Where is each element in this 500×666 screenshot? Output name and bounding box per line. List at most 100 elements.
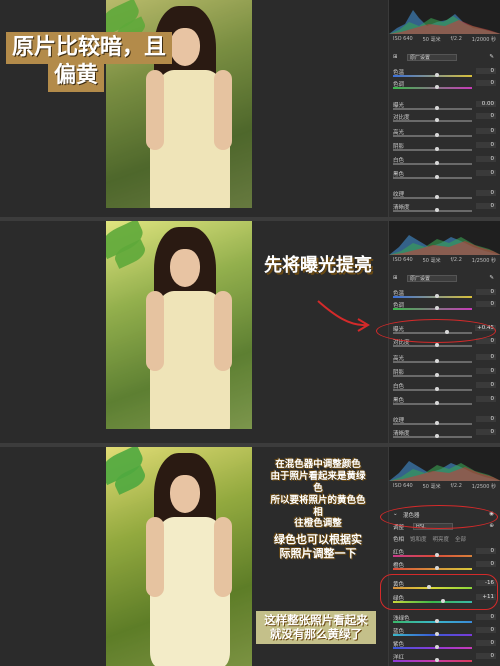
caption-mid-line: 际照片调整一下 — [279, 546, 357, 560]
slider-highlights[interactable]: 高光 0 — [393, 128, 496, 139]
slider-aqua[interactable]: 浅绿色 0 — [393, 614, 496, 625]
eyedropper-icon[interactable]: ✎ — [489, 275, 494, 281]
slider-value[interactable]: 0 — [476, 301, 496, 307]
target-icon[interactable]: ⊕ — [489, 523, 494, 529]
slider-value[interactable]: 0 — [476, 653, 496, 659]
caption-top-line: 由于照片看起来是黄绿色 — [270, 470, 366, 494]
tab-hue[interactable]: 色相 — [393, 535, 404, 544]
panel-original: 原片比较暗，且 偏黄 ISO 640 50 毫米 f/2.2 1/2000 秒 … — [0, 0, 500, 217]
caption-mid: 绿色也可以根据实 际照片调整一下 — [262, 531, 374, 563]
develop-panel: ISO 640 50 毫米 f/2.2 1/2000 秒 ⊞ 原厂设置 ✎ 色温… — [388, 0, 500, 217]
caption-bottom-line: 这样整张照片看起来 — [264, 613, 368, 627]
caption-line-1: 原片比较暗，且 — [6, 32, 173, 64]
slider-value[interactable]: 0 — [476, 128, 496, 134]
caption-line-2: 偏黄 — [48, 60, 105, 92]
slider-shadows[interactable]: 阴影 0 — [393, 368, 496, 379]
highlight-circle-exposure — [376, 319, 496, 343]
slider-orange[interactable]: 橙色 0 — [393, 561, 496, 572]
panel-color-mixer: 在混色器中调整颜色 由于照片看起来是黄绿色 所以要将照片的黄色色相 往橙色调整 … — [0, 447, 500, 666]
slider-clarity[interactable]: 清晰度 0 — [393, 203, 496, 214]
exif-aperture: f/2.2 — [450, 36, 462, 42]
exif-bar: ISO 640 50 毫米 f/2.2 1/2000 秒 — [393, 36, 496, 43]
histogram — [389, 0, 500, 34]
profile-dropdown[interactable]: 原厂设置 — [407, 275, 457, 282]
slider-value[interactable]: 0 — [476, 80, 496, 86]
caption-top-line: 在混色器中调整颜色 — [275, 459, 361, 470]
caption-bottom-line: 就没有那么黄绿了 — [270, 627, 362, 642]
tabs: 色相 饱和度 明亮度 全部 — [393, 535, 496, 544]
slider-clarity[interactable]: 清晰度 0 — [393, 429, 496, 440]
slider-shadows[interactable]: 阴影 0 — [393, 142, 496, 153]
tab-all[interactable]: 全部 — [455, 535, 466, 544]
caption-bottom: 这样整张照片看起来 就没有那么黄绿了 — [256, 611, 376, 644]
exif-bar: ISO 640 50 毫米 f/2.2 1/2500 秒 — [393, 257, 496, 264]
slider-temp[interactable]: 色温 0 — [393, 68, 496, 79]
slider-highlights[interactable]: 高光 0 — [393, 354, 496, 365]
slider-purple[interactable]: 紫色 0 — [393, 640, 496, 651]
slider-value[interactable]: 0 — [476, 382, 496, 388]
slider-value[interactable]: 0 — [476, 170, 496, 176]
slider-temp[interactable]: 色温 0 — [393, 289, 496, 300]
slider-value[interactable]: 0 — [476, 190, 496, 196]
exif-bar: ISO 640 50 毫米 f/2.2 1/2500 秒 — [393, 483, 496, 490]
slider-blacks[interactable]: 黑色 0 — [393, 396, 496, 407]
exif-iso: ISO 640 — [393, 483, 413, 489]
eyedropper-icon[interactable]: ✎ — [489, 54, 494, 60]
slider-texture[interactable]: 纹理 0 — [393, 190, 496, 201]
slider-value[interactable]: 0 — [476, 354, 496, 360]
highlight-circle-yellow-green — [380, 574, 498, 610]
profile-dropdown[interactable]: 原厂设置 — [407, 54, 457, 61]
profile-row[interactable]: ⊞ 原厂设置 ✎ — [393, 54, 496, 63]
caption-top: 在混色器中调整颜色 由于照片看起来是黄绿色 所以要将照片的黄色色相 往橙色调整 — [262, 457, 374, 532]
slider-value[interactable]: 0 — [476, 396, 496, 402]
panel-exposure: 先将曝光提亮 ISO 640 50 毫米 f/2.2 1/2500 秒 ⊞ 原厂… — [0, 221, 500, 443]
slider-value[interactable]: 0 — [476, 113, 496, 119]
exif-iso: ISO 640 — [393, 36, 413, 42]
slider-value[interactable]: 0 — [476, 548, 496, 554]
exif-aperture: f/2.2 — [450, 257, 462, 263]
exif-shutter: 1/2500 秒 — [471, 484, 496, 490]
histogram — [389, 221, 500, 255]
slider-blacks[interactable]: 黑色 0 — [393, 170, 496, 181]
slider-blue[interactable]: 蓝色 0 — [393, 627, 496, 638]
slider-value[interactable]: 0 — [476, 68, 496, 74]
slider-value[interactable]: 0 — [476, 368, 496, 374]
slider-contrast[interactable]: 对比度 0 — [393, 113, 496, 124]
exif-focal: 50 毫米 — [422, 258, 441, 264]
slider-texture[interactable]: 纹理 0 — [393, 416, 496, 427]
develop-panel: ISO 640 50 毫米 f/2.2 1/2500 秒 ⌄ 混色器 ◉ 调整 … — [388, 447, 500, 666]
slider-exposure[interactable]: 曝光 0.00 — [393, 101, 496, 112]
profile-icon: ⊞ — [393, 275, 398, 281]
slider-whites[interactable]: 白色 0 — [393, 382, 496, 393]
exif-shutter: 1/2500 秒 — [471, 258, 496, 264]
slider-magenta[interactable]: 洋红 0 — [393, 653, 496, 664]
exif-focal: 50 毫米 — [422, 484, 441, 490]
exif-aperture: f/2.2 — [450, 483, 462, 489]
slider-tint[interactable]: 色调 0 — [393, 301, 496, 312]
slider-red[interactable]: 红色 0 — [393, 548, 496, 559]
tab-luminance[interactable]: 明亮度 — [433, 535, 450, 544]
caption-top-line: 所以要将照片的黄色色相 — [270, 494, 366, 518]
slider-value[interactable]: 0 — [476, 561, 496, 567]
slider-value[interactable]: 0 — [476, 156, 496, 162]
exif-focal: 50 毫米 — [422, 37, 441, 43]
slider-value[interactable]: 0 — [476, 614, 496, 620]
slider-value[interactable]: 0 — [476, 203, 496, 209]
slider-value[interactable]: 0 — [476, 640, 496, 646]
slider-value[interactable]: 0 — [476, 627, 496, 633]
exif-iso: ISO 640 — [393, 257, 413, 263]
slider-value[interactable]: 0 — [476, 289, 496, 295]
caption-top-line: 往橙色调整 — [294, 518, 342, 530]
highlight-circle-mixer — [380, 505, 498, 529]
slider-whites[interactable]: 白色 0 — [393, 156, 496, 167]
slider-value[interactable]: 0 — [476, 142, 496, 148]
slider-value[interactable]: 0.00 — [476, 101, 496, 107]
slider-value[interactable]: 0 — [476, 416, 496, 422]
slider-value[interactable]: 0 — [476, 429, 496, 435]
tab-saturation[interactable]: 饱和度 — [410, 535, 427, 544]
photo-final — [106, 447, 252, 666]
slider-tint[interactable]: 色调 0 — [393, 80, 496, 91]
exif-shutter: 1/2000 秒 — [471, 37, 496, 43]
profile-row[interactable]: ⊞ 原厂设置 ✎ — [393, 275, 496, 284]
profile-icon: ⊞ — [393, 54, 398, 60]
